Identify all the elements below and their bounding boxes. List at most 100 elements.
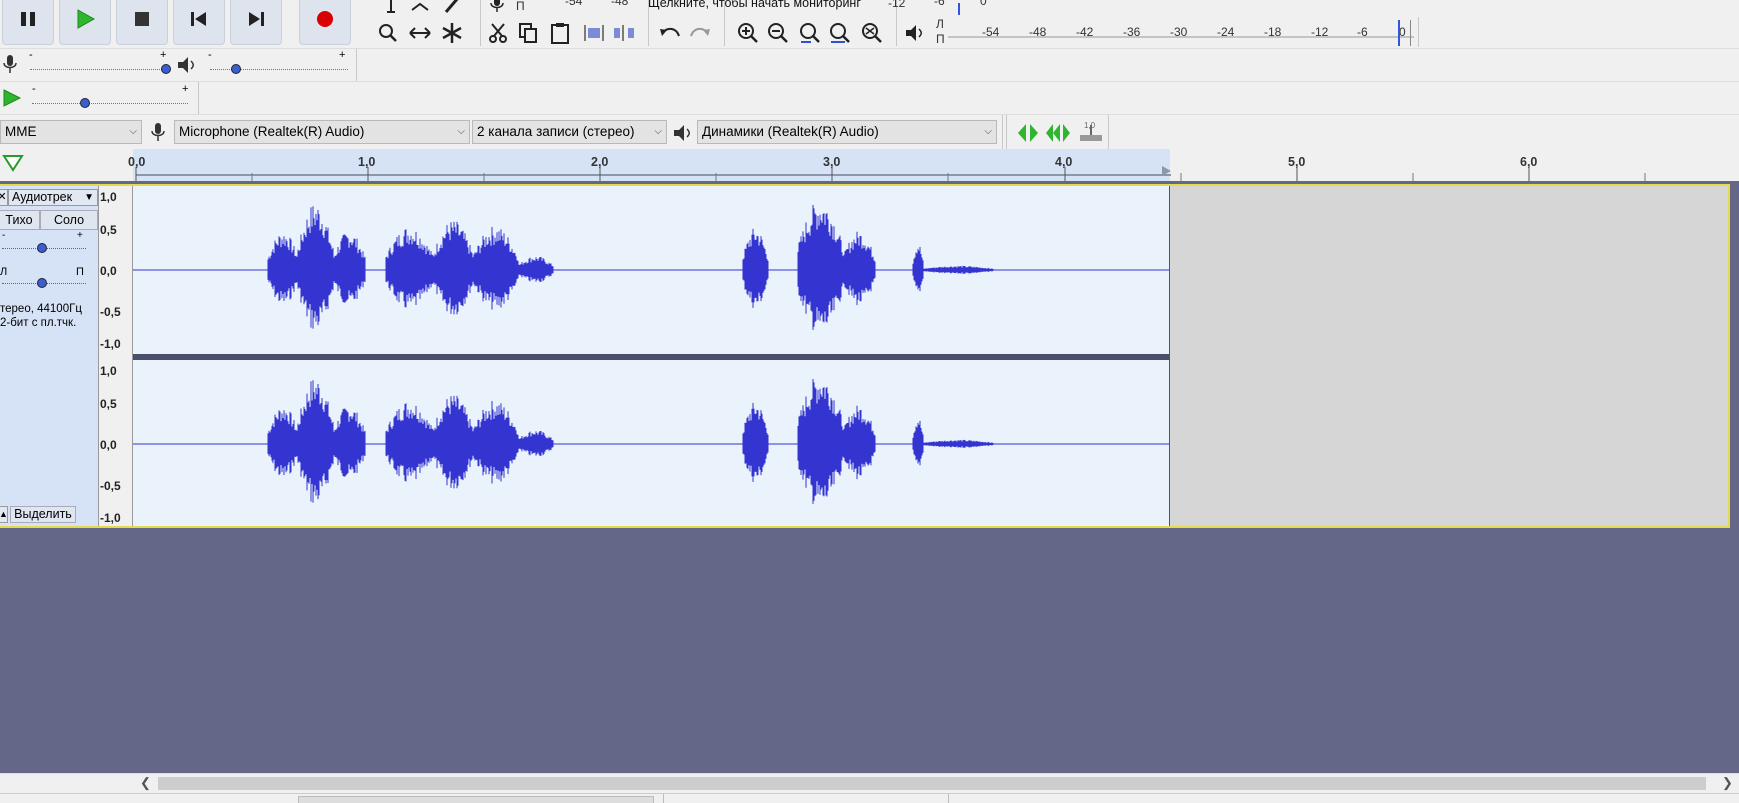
vertical-ruler[interactable] [98,186,133,526]
skip-start-button[interactable] [173,0,225,45]
cut-button[interactable] [484,19,512,47]
playback-meter-tick: 0 [1399,25,1406,39]
asterisk-icon [442,23,462,43]
play-button[interactable] [59,0,111,45]
track-name: Аудиотрек [12,190,73,204]
scroll-thumb[interactable] [158,777,1706,790]
track-menu-button[interactable]: Аудиотрек ▼ [8,189,98,206]
toolbar-separator [480,0,481,46]
collapse-track-button[interactable]: ▲ [0,506,8,523]
record-volume-plus: + [160,49,167,61]
solo-button[interactable]: Соло [40,210,98,230]
pan-thumb[interactable] [37,278,47,288]
monitor-mic-button[interactable] [483,0,511,18]
speed-slider[interactable] [32,103,188,104]
trim-audio-icon [584,25,604,41]
record-volume-thumb[interactable] [161,64,171,74]
play-at-speed-value: 1,0 [1084,121,1096,130]
playback-meter-tick: -6 [1357,25,1368,39]
scroll-right-icon[interactable]: ❯ [1722,775,1733,791]
toolbar-separator [1006,115,1007,149]
select-track-button[interactable]: Выделить [10,506,76,523]
record-button[interactable] [299,0,351,45]
stop-button[interactable] [116,0,168,45]
scroll-left-icon[interactable]: ❮ [140,775,151,791]
speed-thumb[interactable] [80,98,90,108]
solo-label: Соло [53,213,85,227]
recording-device-select[interactable]: Microphone (Realtek(R) Audio) ⌵ [174,120,470,144]
host-select[interactable]: MME ⌵ [0,120,142,144]
playback-volume-thumb[interactable] [231,64,241,74]
y-axis-label: 0,5 [100,397,117,411]
playback-device-select[interactable]: Динамики (Realtek(R) Audio) ⌵ [697,120,997,144]
track-control-panel: ✕ Аудиотрек ▼ Тихо Соло - + Л П терео, 4… [0,186,98,526]
time-shift-tool[interactable] [406,19,434,47]
y-axis-label: -0,5 [100,305,121,319]
waveform-channel-left [133,204,1169,330]
selection-toolbar [0,793,1739,803]
fit-selection-button[interactable] [796,19,824,47]
copy-button[interactable] [514,19,542,47]
play-at-speed-icon[interactable] [2,88,22,108]
silence-button[interactable] [610,19,638,47]
trim-button[interactable] [580,19,608,47]
gain-plus: + [77,230,83,241]
redo-button[interactable] [686,19,714,47]
playback-volume-icon-button[interactable] [901,19,929,47]
channel-divider [133,354,1169,360]
chevron-down-icon: ⌵ [654,126,662,137]
monitor-hint[interactable]: Щелкните, чтобы начать мониторинг [648,0,861,10]
skip-end-icon [249,11,264,26]
chevron-down-icon: ⌵ [457,126,465,137]
mute-button[interactable]: Тихо [0,210,40,230]
record-volume-slider[interactable] [30,69,168,70]
selection-field[interactable] [298,796,654,803]
playback-volume-plus: + [339,49,346,61]
host-value: MME [5,124,37,139]
play-sync-lock-icon[interactable] [1044,121,1072,145]
horizontal-scrollbar[interactable]: ❮ ❯ [0,773,1739,793]
silence-audio-icon [614,25,634,41]
ruler-tick: 5,0 [1288,155,1306,169]
pause-icon [21,11,35,26]
skip-end-button[interactable] [230,0,282,45]
envelope-tool[interactable] [406,0,434,18]
gain-thumb[interactable] [37,243,47,253]
gain-minus: - [2,230,6,241]
stop-icon [135,11,149,26]
audio-track[interactable]: ✕ Аудиотрек ▼ Тихо Соло - + Л П терео, 4… [0,184,1730,528]
paste-button[interactable] [546,19,574,47]
close-track-button[interactable]: ✕ [0,189,8,206]
recording-channels-select[interactable]: 2 канала записи (стерео) ⌵ [472,120,667,144]
playback-meter-tick: -24 [1217,25,1235,39]
pencil-icon [444,0,459,13]
zoom-in-button[interactable] [734,19,762,47]
timeline-options-icon[interactable] [2,153,24,173]
draw-tool[interactable] [438,0,466,18]
recording-device-value: Microphone (Realtek(R) Audio) [179,124,365,139]
multi-tool[interactable] [438,19,466,47]
ruler-tick: 3,0 [823,155,841,169]
fit-project-button[interactable] [826,19,854,47]
mixer-toolbar: - + - + [0,48,1739,81]
mute-label: Тихо [5,213,33,227]
y-axis-label: -0,5 [100,479,121,493]
double-arrow-icon [409,27,431,39]
zoom-tool[interactable] [374,19,402,47]
timeline-ruler[interactable]: 0,0 1,0 2,0 3,0 4,0 5,0 6,0 [0,149,1739,181]
selection-tool[interactable] [377,0,405,18]
record-meter-tick: -54 [565,0,583,8]
waveform[interactable] [133,186,1169,526]
pause-button[interactable] [2,0,54,45]
playback-meter-end [1410,20,1411,46]
redo-icon [690,27,710,37]
zoom-out-button[interactable] [764,19,792,47]
playback-meter-left: Л [936,17,944,31]
y-axis-label: 0,0 [100,264,117,278]
speaker-icon [674,125,690,141]
record-meter-tick: -6 [934,0,945,8]
undo-button[interactable] [656,19,684,47]
record-meter-channel: П [516,0,525,13]
play-cut-preview-icon[interactable] [1015,121,1041,145]
zoom-toggle-button[interactable] [858,19,886,47]
